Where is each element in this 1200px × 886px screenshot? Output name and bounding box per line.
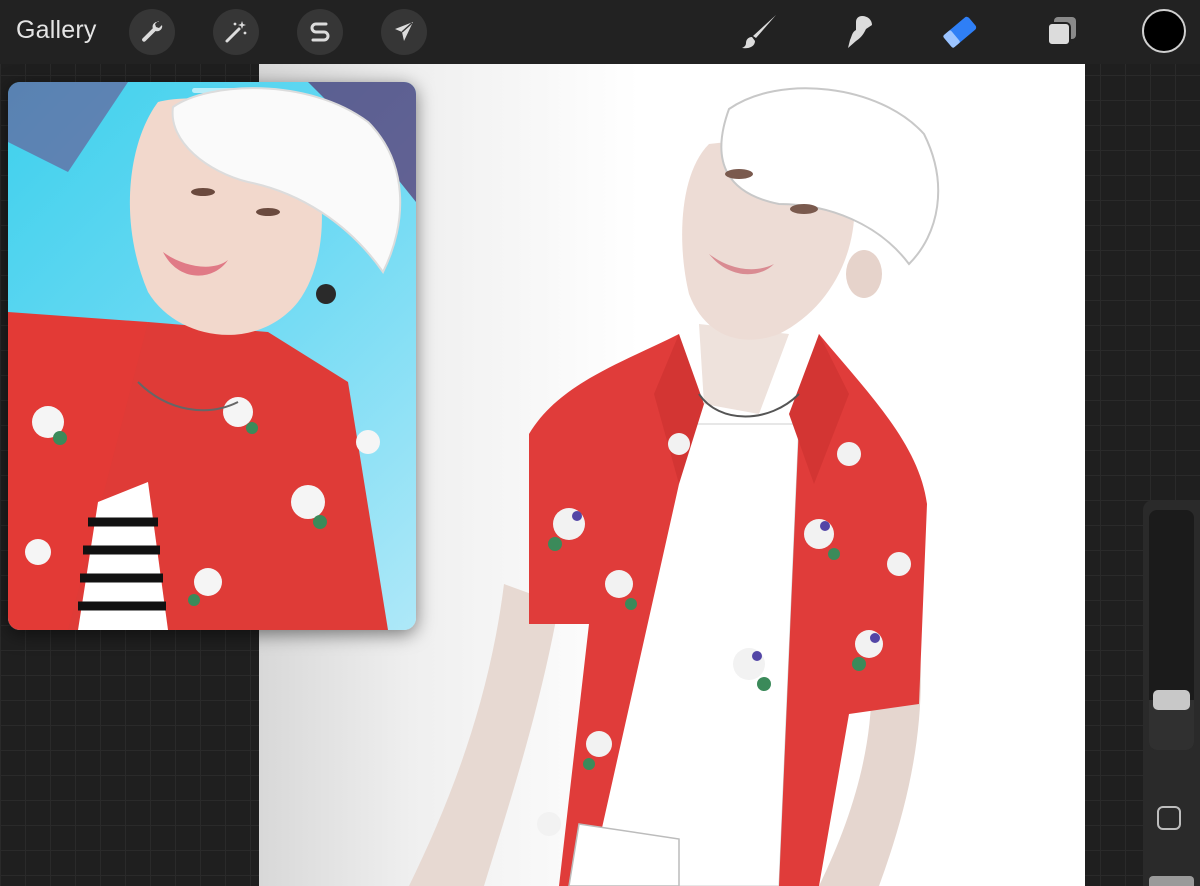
layers-button[interactable] (1040, 10, 1084, 54)
gallery-button[interactable]: Gallery (16, 16, 97, 45)
magic-wand-icon (225, 21, 247, 43)
wrench-icon (142, 21, 163, 42)
opacity-slider-top[interactable] (1149, 876, 1194, 886)
brush-size-slider[interactable] (1149, 510, 1194, 750)
selection-button[interactable] (297, 9, 343, 55)
actions-button[interactable] (129, 9, 175, 55)
reference-photo (8, 82, 416, 630)
brush-size-thumb[interactable] (1153, 690, 1190, 710)
modify-square-button[interactable] (1157, 806, 1181, 830)
reference-image-window[interactable] (8, 82, 416, 630)
adjustments-button[interactable] (213, 9, 259, 55)
erase-button[interactable] (938, 10, 982, 54)
layers-icon (1047, 17, 1076, 46)
arrow-cursor-icon (395, 22, 413, 41)
selection-s-icon (310, 22, 330, 42)
transform-button[interactable] (381, 9, 427, 55)
brush-sidebar (1143, 500, 1200, 886)
brush-icon (742, 15, 776, 49)
smudge-icon (848, 16, 872, 48)
top-toolbar: Gallery (0, 0, 1200, 64)
smudge-button[interactable] (838, 10, 882, 54)
color-picker-swatch[interactable] (1142, 9, 1186, 53)
eraser-icon (943, 16, 977, 48)
paint-button[interactable] (738, 10, 782, 54)
